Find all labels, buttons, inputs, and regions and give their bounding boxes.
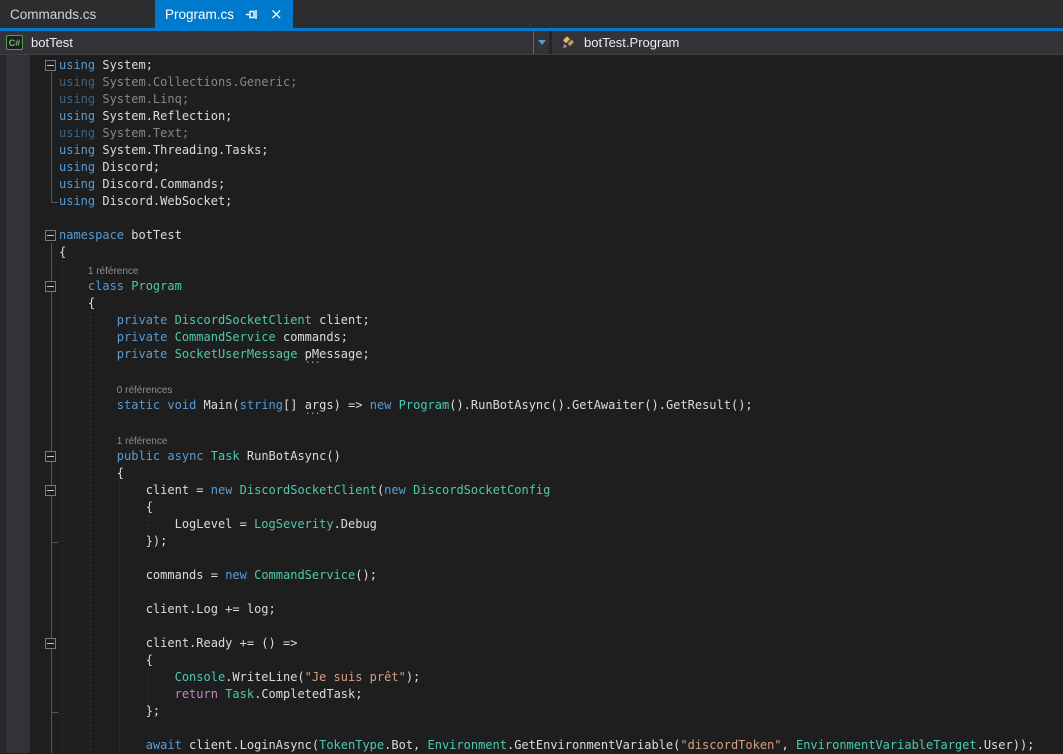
code-line[interactable]: static void Main(string[] args) => new P… (0, 397, 1063, 414)
code-line[interactable]: { (0, 652, 1063, 669)
code-line[interactable]: { (0, 295, 1063, 312)
code-line[interactable]: LogLevel = LogSeverity.Debug (0, 516, 1063, 533)
code-line[interactable]: using Discord.Commands; (0, 176, 1063, 193)
code-line[interactable]: using System.Collections.Generic; (0, 74, 1063, 91)
code-line[interactable]: client = new DiscordSocketClient(new Dis… (0, 482, 1063, 499)
codelens-reference-link[interactable]: 1 référence (0, 431, 1063, 448)
code-line-blank[interactable] (0, 414, 1063, 431)
code-line[interactable]: private SocketUserMessage pMessage; (0, 346, 1063, 363)
code-line-blank[interactable] (0, 363, 1063, 380)
close-icon[interactable]: × (270, 7, 283, 22)
editor-surface[interactable]: using System;using System.Collections.Ge… (0, 55, 1063, 753)
code-line[interactable]: }; (0, 703, 1063, 720)
codelens-reference-link[interactable]: 1 référence (0, 261, 1063, 278)
code-line[interactable]: using System.Reflection; (0, 108, 1063, 125)
code-line[interactable]: { (0, 465, 1063, 482)
code-line[interactable]: using Discord; (0, 159, 1063, 176)
code-line[interactable]: client.Ready += () => (0, 635, 1063, 652)
code-line[interactable]: class Program (0, 278, 1063, 295)
tab-program-cs[interactable]: Program.cs × (155, 0, 293, 28)
class-icon (560, 35, 577, 50)
tab-label: Program.cs (165, 7, 234, 22)
code-line[interactable]: private CommandService commands; (0, 329, 1063, 346)
project-dropdown[interactable]: C# botTest (0, 31, 533, 54)
tab-strip: Commands.cs Program.cs × (0, 0, 1063, 28)
code-line[interactable]: client.Log += log; (0, 601, 1063, 618)
code-area[interactable]: using System;using System.Collections.Ge… (0, 57, 1063, 754)
code-line[interactable]: using System; (0, 57, 1063, 74)
code-line[interactable]: }); (0, 533, 1063, 550)
tab-commands-cs[interactable]: Commands.cs (0, 0, 148, 28)
pin-icon[interactable] (245, 8, 259, 21)
code-line[interactable]: using System.Text; (0, 125, 1063, 142)
code-line[interactable]: using System.Threading.Tasks; (0, 142, 1063, 159)
code-line[interactable]: { (0, 499, 1063, 516)
code-line[interactable]: public async Task RunBotAsync() (0, 448, 1063, 465)
csharp-project-icon: C# (6, 35, 23, 50)
code-line[interactable]: return Task.CompletedTask; (0, 686, 1063, 703)
project-dropdown-button[interactable] (533, 31, 549, 54)
code-line[interactable]: await client.LoginAsync(TokenType.Bot, E… (0, 737, 1063, 754)
code-line[interactable]: namespace botTest (0, 227, 1063, 244)
code-line[interactable]: using System.Linq; (0, 91, 1063, 108)
code-line-blank[interactable] (0, 618, 1063, 635)
member-dropdown-label: botTest.Program (584, 35, 679, 50)
tab-label: Commands.cs (10, 7, 96, 22)
code-line-blank[interactable] (0, 210, 1063, 227)
code-line[interactable]: using Discord.WebSocket; (0, 193, 1063, 210)
code-line[interactable]: private DiscordSocketClient client; (0, 312, 1063, 329)
code-line-blank[interactable] (0, 584, 1063, 601)
code-line[interactable]: Console.WriteLine("Je suis prêt"); (0, 669, 1063, 686)
navigation-bar: C# botTest botTest.Program (0, 31, 1063, 55)
member-dropdown[interactable]: botTest.Program (549, 31, 1063, 54)
code-line[interactable]: { (0, 244, 1063, 261)
code-line-blank[interactable] (0, 550, 1063, 567)
code-line[interactable]: commands = new CommandService(); (0, 567, 1063, 584)
chevron-down-icon (538, 40, 546, 45)
code-line-blank[interactable] (0, 720, 1063, 737)
codelens-reference-link[interactable]: 0 références (0, 380, 1063, 397)
project-dropdown-label: botTest (31, 35, 73, 50)
